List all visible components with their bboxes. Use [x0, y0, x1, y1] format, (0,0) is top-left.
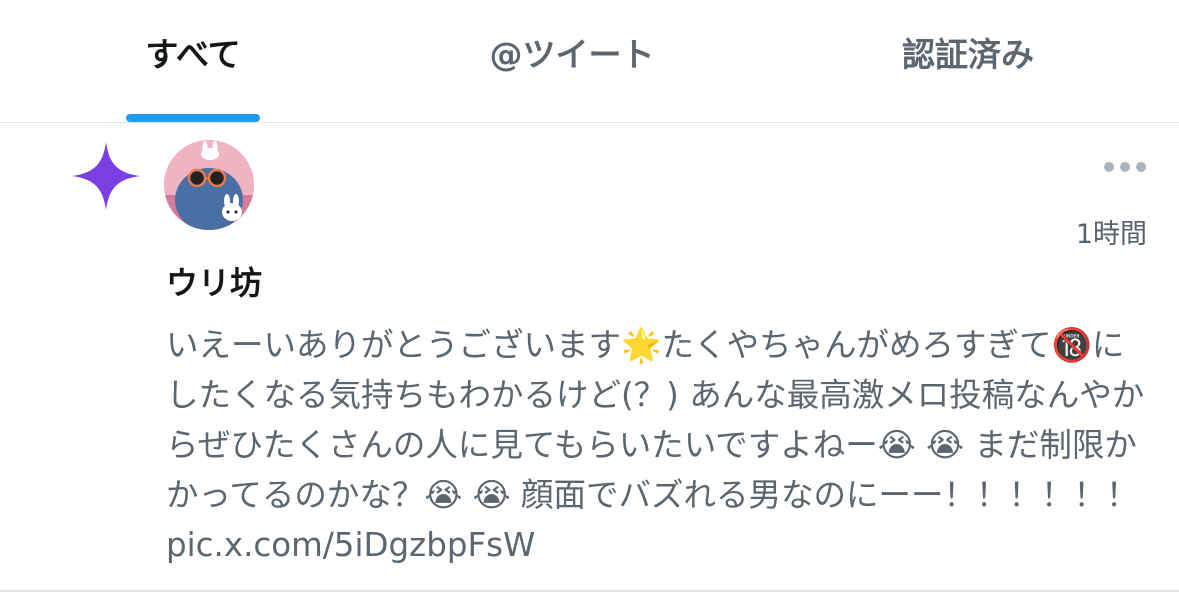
divider	[0, 590, 1179, 592]
tweet-text[interactable]: いえーいありがとうございます🌟たくやちゃんがめろすぎて🔞にしたくなる気持ちもわか…	[166, 320, 1151, 570]
timestamp: 1時間	[1075, 219, 1147, 250]
more-options-button[interactable]	[1098, 150, 1152, 184]
tab-all[interactable]: すべて	[90, 30, 296, 80]
sparkle-icon	[72, 142, 140, 210]
more-dot-2	[1120, 162, 1130, 172]
more-dots-icon	[1104, 162, 1114, 172]
avatar[interactable]	[164, 140, 254, 230]
more-dot-3	[1136, 162, 1146, 172]
tab-verified[interactable]: 認証済み	[860, 30, 1076, 80]
avatar-image	[164, 140, 254, 230]
user-name[interactable]: ウリ坊	[166, 258, 262, 304]
tab-bar: すべて @ツイート 認証済み	[0, 0, 1179, 123]
active-tab-indicator	[126, 114, 260, 122]
tab-mentions[interactable]: @ツイート	[432, 30, 712, 80]
